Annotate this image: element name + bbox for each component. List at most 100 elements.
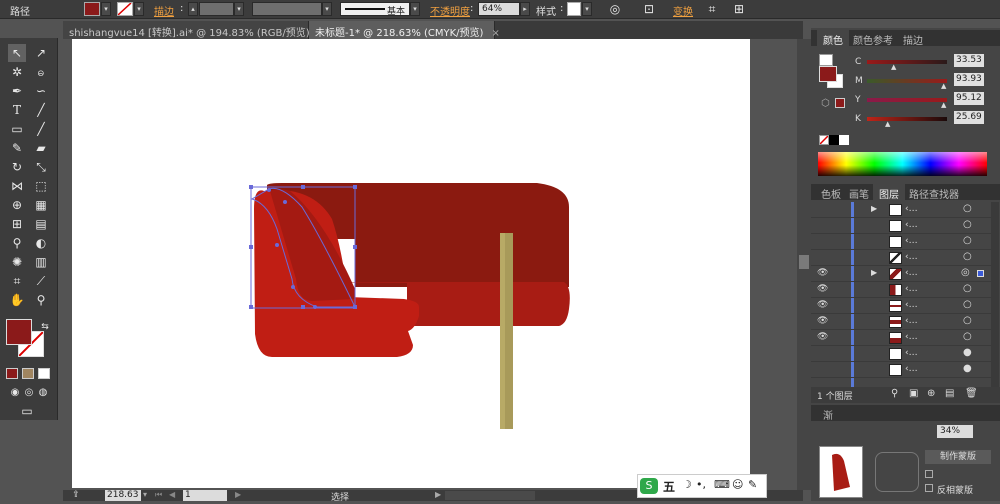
tab-layers[interactable]: 图层 xyxy=(873,184,905,201)
slider-thumb-icon[interactable]: ▲ xyxy=(885,120,890,128)
canvas-area[interactable] xyxy=(63,39,803,490)
cyan-value-input[interactable]: 33.53 xyxy=(954,54,984,67)
zoom-tool-icon[interactable]: ⚲ xyxy=(32,291,50,309)
delete-layer-icon[interactable]: 🗑 xyxy=(965,388,978,399)
color-spectrum-bar[interactable] xyxy=(818,152,987,176)
new-layer-icon[interactable]: ▤ xyxy=(945,388,954,399)
layers-list[interactable]: ▶ ‹… ○ ‹… ○ ‹… ○ ‹… ○ 👁 ▶ ‹… ◎ 👁 ‹… ○ 👁 ‹… ○ 👁 ‹… ○ 👁 ‹… xyxy=(811,202,991,387)
type-tool-icon[interactable]: T xyxy=(8,101,26,119)
tab-gradient[interactable]: 渐 xyxy=(817,405,839,422)
draw-inside-icon[interactable]: ◍ xyxy=(34,384,52,402)
none-swatch[interactable] xyxy=(819,135,829,145)
selection-tool-icon[interactable]: ↖ xyxy=(8,44,26,62)
close-icon[interactable]: × xyxy=(491,28,499,39)
column-graph-icon[interactable]: ▥ xyxy=(32,253,50,271)
horizontal-scrollbar[interactable] xyxy=(445,491,535,500)
yellow-slider[interactable] xyxy=(867,98,947,102)
paintbrush-icon[interactable]: ╱ xyxy=(32,120,50,138)
artboard-tool-icon[interactable]: ⌗ xyxy=(8,272,26,290)
punctuation-icon[interactable]: •, xyxy=(696,478,706,491)
black-slider[interactable] xyxy=(867,117,947,121)
scale-tool-icon[interactable]: ⤡ xyxy=(32,158,50,176)
make-mask-button[interactable]: 制作蒙版 xyxy=(925,450,991,464)
invert-mask-checkbox[interactable] xyxy=(925,484,933,492)
slider-thumb-icon[interactable]: ▲ xyxy=(941,101,946,109)
layers-scrollbar[interactable] xyxy=(991,202,999,387)
list-item[interactable]: ‹… ● xyxy=(811,346,991,362)
prev-page-icon[interactable]: ◀ xyxy=(169,490,175,499)
variable-width-dropdown[interactable] xyxy=(252,2,322,16)
artboard[interactable] xyxy=(72,39,750,488)
shape-builder-icon[interactable]: ⊕ xyxy=(8,196,26,214)
out-of-gamut-icon[interactable]: ⬡ xyxy=(821,98,830,109)
stroke-weight-dropdown-icon[interactable]: ▾ xyxy=(234,2,244,16)
transform-label[interactable]: 变换 xyxy=(673,3,693,18)
tab-stroke[interactable]: 描边 xyxy=(897,30,929,47)
arrange-icon[interactable]: ⊞ xyxy=(730,0,748,18)
graphic-style-swatch[interactable] xyxy=(567,2,581,16)
object-thumbnail[interactable] xyxy=(819,446,863,498)
tab-color[interactable]: 颜色 xyxy=(817,30,849,47)
none-mode-icon[interactable] xyxy=(38,368,50,379)
line-tool-icon[interactable]: ╱ xyxy=(32,101,50,119)
opacity-label[interactable]: 不透明度 xyxy=(430,3,470,18)
mesh-tool-icon[interactable]: ⊞ xyxy=(8,215,26,233)
stroke-swatch[interactable] xyxy=(117,2,133,16)
locate-object-icon[interactable]: ⚲ xyxy=(891,388,898,399)
style-dropdown-icon[interactable]: ▾ xyxy=(582,2,592,16)
brush-dropdown-icon[interactable]: ▾ xyxy=(410,2,420,16)
settings-wrench-icon[interactable]: ✎ xyxy=(748,478,757,491)
rectangle-tool-icon[interactable]: ▭ xyxy=(8,120,26,138)
list-item[interactable]: ‹… ○ xyxy=(811,218,991,234)
slice-tool-icon[interactable]: ⟋ xyxy=(32,272,50,290)
page-input[interactable]: 1 xyxy=(183,490,227,501)
eyedropper-icon[interactable]: ⚲ xyxy=(8,234,26,252)
mask-thumbnail[interactable] xyxy=(875,452,919,492)
fill-swatch[interactable] xyxy=(84,2,100,16)
yellow-value-input[interactable]: 95.12 xyxy=(954,92,984,105)
isolate-icon[interactable]: ⌗ xyxy=(703,0,721,18)
list-item[interactable]: 👁 ‹… ○ xyxy=(811,314,991,330)
opacity-input[interactable]: 64% xyxy=(478,2,520,16)
free-transform-icon[interactable]: ⬚ xyxy=(32,177,50,195)
rotate-tool-icon[interactable]: ↻ xyxy=(8,158,26,176)
keyboard-icon[interactable]: ⌨ xyxy=(714,478,730,491)
stroke-label[interactable]: 描边 xyxy=(154,3,174,18)
screen-mode-icon[interactable]: ▭ xyxy=(18,402,36,420)
tab-document-1[interactable]: shishangvue14 [转换].ai* @ 194.83% (RGB/预览… xyxy=(63,21,326,39)
slider-thumb-icon[interactable]: ▲ xyxy=(941,82,946,90)
symbol-sprayer-icon[interactable]: ✺ xyxy=(8,253,26,271)
blend-tool-icon[interactable]: ◐ xyxy=(32,234,50,252)
eraser-icon[interactable]: ▰ xyxy=(32,139,50,157)
zoom-dropdown-icon[interactable]: ▾ xyxy=(143,490,147,499)
list-item[interactable]: ‹… ● xyxy=(811,362,991,378)
width-tool-icon[interactable]: ⋈ xyxy=(8,177,26,195)
list-item[interactable]: 👁 ‹… ○ xyxy=(811,282,991,298)
fill-dropdown-icon[interactable]: ▾ xyxy=(101,2,111,16)
stroke-dropdown-icon[interactable]: ▾ xyxy=(134,2,144,16)
new-sublayer-icon[interactable]: ⊕ xyxy=(927,388,935,399)
color-mode-icon[interactable] xyxy=(6,368,18,379)
scrollbar-thumb[interactable] xyxy=(799,255,809,269)
curvature-tool-icon[interactable]: ∽ xyxy=(32,82,50,100)
zoom-input[interactable]: 218.63 xyxy=(105,490,141,501)
tab-brushes[interactable]: 画笔 xyxy=(843,184,875,201)
recolor-icon[interactable]: ◎ xyxy=(606,0,624,18)
magenta-value-input[interactable]: 93.93 xyxy=(954,73,984,86)
magic-wand-icon[interactable]: ✲ xyxy=(8,63,26,81)
pen-tool-icon[interactable]: ✒ xyxy=(8,82,26,100)
direct-selection-tool-icon[interactable]: ↗ xyxy=(32,44,50,62)
stroke-weight-input[interactable] xyxy=(199,2,234,16)
vertical-scrollbar[interactable] xyxy=(797,39,811,490)
lasso-icon[interactable]: ဓ xyxy=(32,63,50,81)
variable-width-arrow-icon[interactable]: ▾ xyxy=(322,2,332,16)
swap-colors-icon[interactable]: ⇆ xyxy=(36,318,54,336)
clipping-mask-icon[interactable]: ▣ xyxy=(909,388,918,399)
brush-definition-dropdown[interactable]: 基本 xyxy=(340,2,410,17)
gradient-tool-icon[interactable]: ▤ xyxy=(32,215,50,233)
clip-checkbox[interactable] xyxy=(925,470,933,478)
panel-fill-box[interactable] xyxy=(819,66,837,82)
white-swatch[interactable] xyxy=(839,135,849,145)
list-item[interactable]: ‹… ○ xyxy=(811,234,991,250)
list-item[interactable]: 👁 ‹… ○ xyxy=(811,298,991,314)
